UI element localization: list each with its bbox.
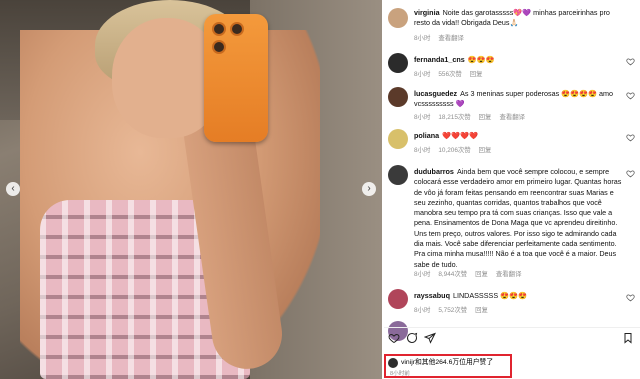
comment-meta: 8小时 8,944次赞 回复 查看翻译 xyxy=(414,269,529,278)
comment-username[interactable]: dudubarros xyxy=(414,167,454,176)
comment-meta: 8小时 5,752次赞 回复 xyxy=(414,305,496,314)
comment-time: 8小时 xyxy=(414,114,431,121)
camera-lens xyxy=(230,22,244,36)
reply-link[interactable]: 回复 xyxy=(479,147,492,154)
translate-link[interactable]: 查看翻译 xyxy=(499,114,525,121)
comment-body: rayssabuq LINDASSSSS 😍😍😍 xyxy=(414,291,622,301)
comment-username[interactable]: virginia xyxy=(414,8,440,17)
avatar[interactable] xyxy=(388,129,408,149)
orange-phone xyxy=(204,14,268,142)
comment-time: 8小时 xyxy=(414,271,431,278)
comment-text: Noite das garotasssss💖💜 minhas parceirin… xyxy=(414,8,610,28)
comment-text: LINDASSSSS 😍😍😍 xyxy=(452,291,527,300)
avatar[interactable] xyxy=(388,87,408,107)
comment-time: 8小时 xyxy=(414,71,431,78)
translate-link[interactable]: 查看翻译 xyxy=(438,35,464,42)
post-time: 8小时前 xyxy=(390,371,410,377)
comment-username[interactable]: poliana xyxy=(414,131,439,140)
avatar[interactable] xyxy=(388,165,408,185)
share-icon[interactable] xyxy=(424,332,436,344)
reply-link[interactable]: 回复 xyxy=(470,71,483,78)
translate-link[interactable]: 查看翻译 xyxy=(496,271,522,278)
avatar[interactable] xyxy=(388,53,408,73)
comment-meta: 8小时 556次赞 回复 xyxy=(414,69,491,78)
chevron-right-icon[interactable]: › xyxy=(362,182,376,196)
heart-icon[interactable] xyxy=(626,293,635,302)
heart-icon[interactable] xyxy=(626,57,635,66)
comment-meta: 8小时 18,215次赞 回复 查看翻译 xyxy=(414,112,533,121)
chevron-left-icon[interactable]: ‹ xyxy=(6,182,20,196)
reply-link[interactable]: 回复 xyxy=(475,271,488,278)
comment-time: 8小时 xyxy=(414,147,431,154)
comment-username[interactable]: rayssabuq xyxy=(414,291,450,300)
bookmark-icon[interactable] xyxy=(622,332,634,344)
comment-icon[interactable] xyxy=(406,332,418,344)
comment-text: ❤️❤️❤️❤️ xyxy=(442,131,478,140)
like-count[interactable]: 10,206次赞 xyxy=(438,147,470,154)
comment-time: 8小时 xyxy=(414,307,431,314)
comment-body: fernanda1_cns 😍😍😍 xyxy=(414,55,622,65)
reply-link[interactable]: 回复 xyxy=(479,114,492,121)
comment-body: lucasguedez As 3 meninas super poderosas … xyxy=(414,89,622,110)
avatar[interactable] xyxy=(388,289,408,309)
comment-body: poliana ❤️❤️❤️❤️ xyxy=(414,131,622,141)
comment-body: dudubarros Ainda bem que você sempre colo… xyxy=(414,167,622,270)
camera-lens xyxy=(212,40,226,54)
comment-text: 😍😍😍 xyxy=(467,55,495,64)
like-count[interactable]: 18,215次赞 xyxy=(438,114,470,121)
comment-text: Ainda bem que você sempre colocou, e sem… xyxy=(414,167,622,269)
reply-link[interactable]: 回复 xyxy=(475,307,488,314)
comment-meta: 8小时 10,206次赞 回复 xyxy=(414,145,499,154)
heart-icon[interactable] xyxy=(388,332,400,344)
heart-icon[interactable] xyxy=(626,133,635,142)
avatar[interactable] xyxy=(388,8,408,28)
like-count[interactable]: 8,944次赞 xyxy=(438,271,467,278)
comments-panel: virginia Noite das garotasssss💖💜 minhas p… xyxy=(382,0,640,379)
post-action-bar xyxy=(384,327,640,347)
likes-text[interactable]: vinijr和其他264.6万位用户赞了 xyxy=(401,358,493,368)
camera-lens xyxy=(212,22,226,36)
comment-username[interactable]: lucasguedez xyxy=(414,89,457,98)
comment-meta: 8小时 查看翻译 xyxy=(414,33,472,42)
comment-time: 8小时 xyxy=(414,35,431,42)
post-photo: ‹ › xyxy=(0,0,382,379)
comment-body: virginia Noite das garotasssss💖💜 minhas p… xyxy=(414,8,622,29)
avatar xyxy=(388,358,398,368)
like-count[interactable]: 5,752次赞 xyxy=(438,307,467,314)
like-count[interactable]: 556次赞 xyxy=(438,71,461,78)
heart-icon[interactable] xyxy=(626,169,635,178)
likes-summary[interactable]: vinijr和其他264.6万位用户赞了 8小时前 xyxy=(384,354,512,378)
heart-icon[interactable] xyxy=(626,91,635,100)
comment-username[interactable]: fernanda1_cns xyxy=(414,55,465,64)
